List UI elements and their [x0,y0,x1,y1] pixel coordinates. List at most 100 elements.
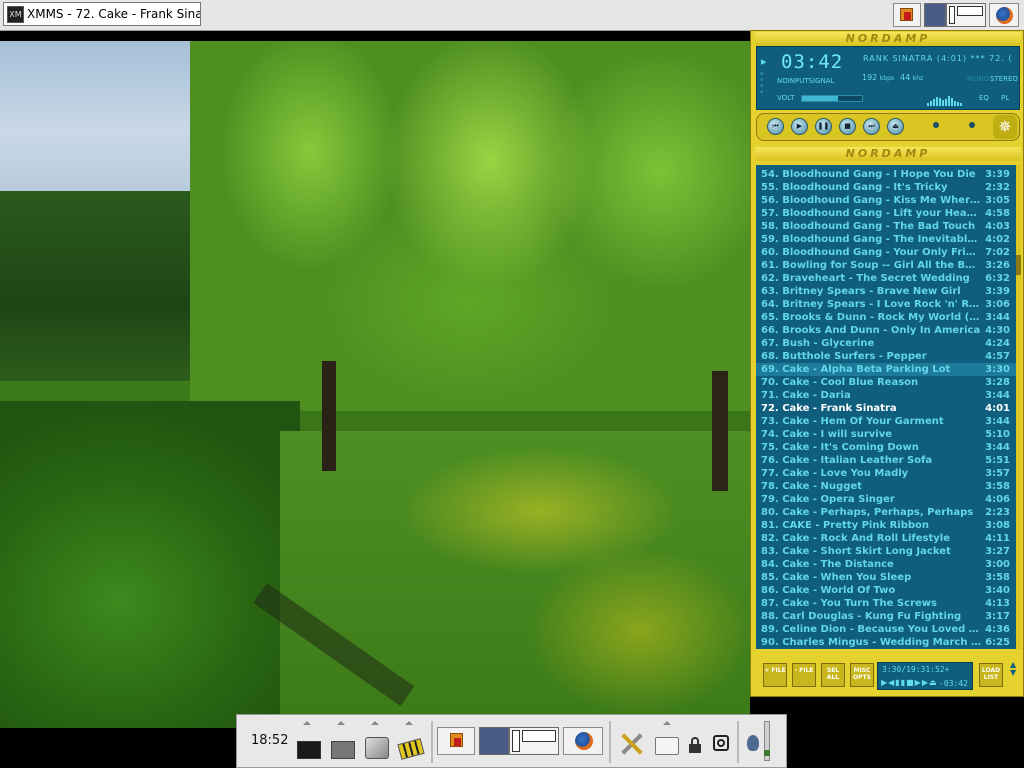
playlist-remaining-time: -03:42 [939,679,968,688]
play-button[interactable]: ▶ [791,118,808,135]
volume-slider-knob[interactable] [764,750,770,756]
volume-icon[interactable] [747,735,759,751]
workspace-1[interactable] [479,727,509,755]
playlist-item-title: 89. Celine Dion - Because You Loved Me [761,624,981,635]
package-task-button[interactable] [437,727,475,755]
tools-icon[interactable] [619,731,645,757]
stop-button[interactable]: ■ [839,118,856,135]
load-list-button[interactable]: LOAD LIST [979,663,1003,687]
playlist-item[interactable]: 81. CAKE - Pretty Pink Ribbon 3:08 [756,519,1016,532]
launcher-menu-arrow-icon[interactable] [337,721,345,725]
playlist-logo[interactable]: NORDAMP [755,147,1021,161]
launcher-menu-arrow-icon[interactable] [663,721,671,725]
playlist-item[interactable]: 84. Cake - The Distance 3:00 [756,558,1016,571]
workspace-2[interactable] [946,3,986,27]
playlist-item[interactable]: 64. Britney Spears - I Love Rock 'n' Rol… [756,298,1016,311]
remove-file-button[interactable]: - FILE [792,663,816,687]
mini-transport-controls[interactable]: ▶◀▮▮■▶▶⏏ [881,678,938,687]
eq-toggle[interactable]: EQ [979,94,989,102]
launcher-menu-arrow-icon[interactable] [405,721,413,725]
playlist-item[interactable]: 70. Cake - Cool Blue Reason 3:28 [756,376,1016,389]
printer-icon[interactable] [655,737,679,755]
time-display[interactable]: 03:42 [781,51,843,73]
playlist-item[interactable]: 63. Britney Spears - Brave New Girl 3:39 [756,285,1016,298]
playlist-item[interactable]: 59. Bloodhound Gang - The Inevitable Ret… [756,233,1016,246]
playlist-scrollbar[interactable] [1016,165,1021,649]
lock-icon[interactable] [689,737,703,753]
skin-menu-icon[interactable]: ✵ [993,115,1017,139]
playlist-item[interactable]: 58. Bloodhound Gang - The Bad Touch 4:03 [756,220,1016,233]
player-logo[interactable]: NORDAMP [755,32,1021,46]
playlist-total-time: 3:30/19:31:52+ [882,665,950,674]
misc-options-button[interactable]: MISC OPTS [850,663,874,687]
playlist-item[interactable]: 68. Butthole Surfers - Pepper 4:57 [756,350,1016,363]
playlist-item[interactable]: 60. Bloodhound Gang - Your Only Friends.… [756,246,1016,259]
volume-slider[interactable] [801,95,863,102]
playlist-item[interactable]: 73. Cake - Hem Of Your Garment 3:44 [756,415,1016,428]
playlist-item[interactable]: 75. Cake - It's Coming Down 3:44 [756,441,1016,454]
previous-button[interactable]: ⏮ [767,118,784,135]
playlist-item[interactable]: 89. Celine Dion - Because You Loved Me 4:… [756,623,1016,636]
power-icon[interactable] [713,735,729,751]
playlist-item[interactable]: 80. Cake - Perhaps, Perhaps, Perhaps 2:23 [756,506,1016,519]
playlist-item[interactable]: 55. Bloodhound Gang - It's Tricky 2:32 [756,181,1016,194]
playlist-item[interactable]: 77. Cake - Love You Madly 3:57 [756,467,1016,480]
eject-open-button[interactable]: ⏏ [887,118,904,135]
taskbar-xmms-window[interactable]: XM XMMS - 72. Cake - Frank Sinatra [3,2,201,26]
playlist-item[interactable]: 90. Charles Mingus - Wedding March - Si.… [756,636,1016,649]
playlist-item-duration: 4:24 [985,338,1010,349]
network-icon[interactable] [365,737,389,759]
playlist-item-duration: 5:10 [985,429,1010,440]
playlist-item-duration: 4:13 [985,598,1010,609]
playlist-item[interactable]: 66. Brooks And Dunn - Only In America 4:3… [756,324,1016,337]
playlist-item[interactable]: 79. Cake - Opera Singer 4:06 [756,493,1016,506]
playlist-item-duration: 3:27 [985,546,1010,557]
playlist-item[interactable]: 57. Bloodhound Gang - Lift your Head up … [756,207,1016,220]
launcher-menu-arrow-icon[interactable] [371,721,379,725]
playlist-item[interactable]: 86. Cake - World Of Two 3:40 [756,584,1016,597]
workspace-1[interactable] [924,3,946,27]
playlist-scroll-thumb[interactable] [1016,255,1021,275]
terminal-icon[interactable] [297,741,321,759]
playlist-item[interactable]: 65. Brooks & Dunn - Rock My World (Littl… [756,311,1016,324]
playlist-item[interactable]: 88. Carl Douglas - Kung Fu Fighting 3:17 [756,610,1016,623]
workspace-window-thumb [957,6,983,16]
playlist-item[interactable]: 69. Cake - Alpha Beta Parking Lot 3:30 [756,363,1016,376]
volume-slider-track[interactable] [764,721,770,761]
playlist-item-title: 80. Cake - Perhaps, Perhaps, Perhaps [761,507,974,518]
clock[interactable]: 18:52 [251,733,288,748]
playlist-item[interactable]: 61. Bowling for Soup -- Girl All the Bad… [756,259,1016,272]
launcher-menu-arrow-icon[interactable] [303,721,311,725]
playlist-item[interactable]: 83. Cake - Short Skirt Long Jacket 3:27 [756,545,1016,558]
scroll-arrows-icon[interactable]: ▲ ▼ [1010,661,1016,677]
playlist-item[interactable]: 54. Bloodhound Gang - I Hope You Die 3:39 [756,168,1016,181]
add-file-button[interactable]: + FILE [763,663,787,687]
playlist-item[interactable]: 76. Cake - Italian Leather Sofa 5:51 [756,454,1016,467]
repeat-toggle[interactable] [969,122,975,128]
playlist-item[interactable]: 71. Cake - Daria 3:44 [756,389,1016,402]
playlist-item[interactable]: 62. Braveheart - The Secret Wedding 6:32 [756,272,1016,285]
firefox-button[interactable] [989,3,1019,27]
shuffle-toggle[interactable] [933,122,939,128]
spectrum-visualizer[interactable] [927,87,967,106]
select-all-button[interactable]: SEL ALL [821,663,845,687]
playlist-item[interactable]: 87. Cake - You Turn The Screws 4:13 [756,597,1016,610]
pause-button[interactable]: ❚❚ [815,118,832,135]
playlist-item[interactable]: 56. Bloodhound Gang - Kiss Me Where It .… [756,194,1016,207]
playlist-item[interactable]: 78. Cake - Nugget 3:58 [756,480,1016,493]
playlist-item[interactable]: 67. Bush - Glycerine 4:24 [756,337,1016,350]
workspace-window-thumb [522,730,556,742]
firefox-task-button[interactable] [563,727,603,755]
package-button[interactable] [893,3,921,27]
file-manager-icon[interactable] [331,741,355,759]
next-button[interactable]: ⏭ [863,118,880,135]
playlist-item[interactable]: 72. Cake - Frank Sinatra 4:01 [756,402,1016,415]
playlist-item[interactable]: 82. Cake - Rock And Roll Lifestyle 4:11 [756,532,1016,545]
xmms-player-window[interactable]: NORDAMP ▪ ▪ ▪ ▪ ▸ 03:42 RANK SINATRA (4:01)… [750,30,1024,697]
playlist-toggle[interactable]: PL [1001,94,1009,102]
workspace-2[interactable] [509,727,559,755]
film-icon[interactable] [397,738,425,760]
playlist-item[interactable]: 74. Cake - I will survive 5:10 [756,428,1016,441]
playlist-item[interactable]: 85. Cake - When You Sleep 3:58 [756,571,1016,584]
playlist-item-duration: 3:44 [985,312,1010,323]
